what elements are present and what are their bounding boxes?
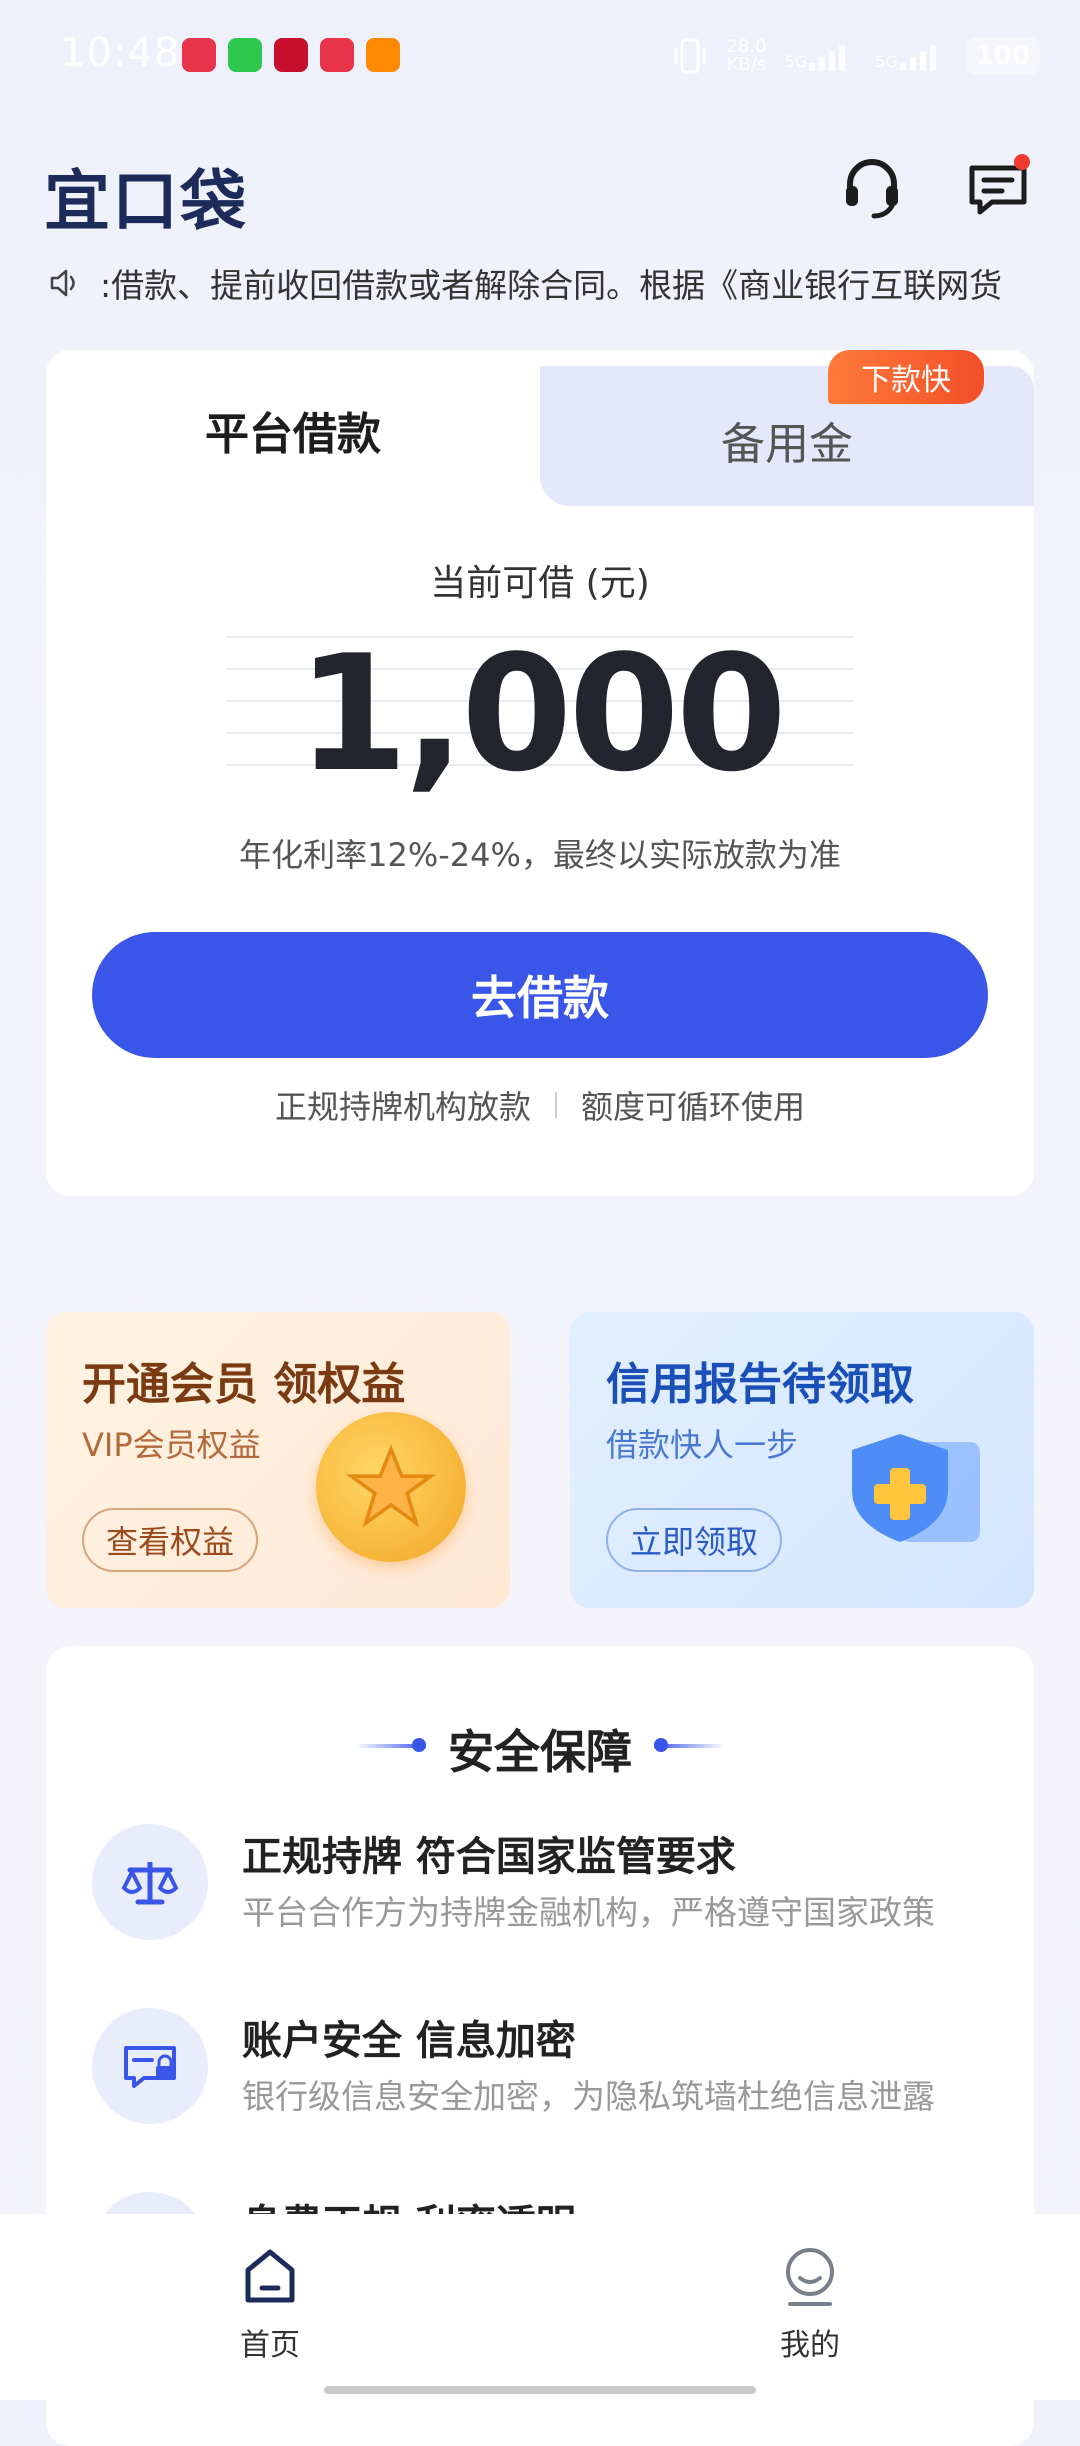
security-title: 安全保障 <box>448 1725 632 1779</box>
available-amount: 1,000 <box>296 620 787 807</box>
security-item-title: 正规持牌 符合国家监管要求 <box>242 1834 736 1880</box>
fast-badge: 下款快 <box>828 350 984 404</box>
credit-promo-title: 信用报告待领取 <box>606 1359 914 1410</box>
signal-2: 5G <box>875 41 948 71</box>
security-item-desc: 平台合作方为持牌金融机构，严格遵守国家政策 <box>242 1893 935 1932</box>
wechat-notification-icon <box>228 38 262 72</box>
status-time: 10:48 <box>60 30 181 76</box>
security-item: 账户安全 信息加密 银行级信息安全加密，为隐私筑墙杜绝信息泄露 <box>92 2008 992 2128</box>
tab-platform-loan[interactable]: 平台借款 <box>46 398 540 462</box>
gesture-bar <box>324 2386 756 2394</box>
star-coin-icon <box>316 1412 466 1562</box>
nav-profile-label: 我的 <box>780 2328 840 2363</box>
app-notification-icon <box>182 38 216 72</box>
feature-separator <box>555 1092 557 1118</box>
news-notification-icon <box>320 38 354 72</box>
view-benefits-button[interactable]: 查看权益 <box>82 1508 259 1572</box>
network-speed: 28.0 KB/s <box>726 36 767 75</box>
loan-features: 正规持牌机构放款 额度可循环使用 <box>46 1082 1034 1128</box>
tab-reserve-fund-label: 备用金 <box>721 419 853 470</box>
available-label: 当前可借 (元) <box>430 563 650 604</box>
battery-indicator: 100 <box>965 37 1040 75</box>
nav-profile[interactable]: 我的 <box>710 2244 910 2364</box>
credit-promo-subtitle: 借款快人一步 <box>606 1426 799 1464</box>
security-item-title: 账户安全 信息加密 <box>242 2018 576 2064</box>
notice-text: :借款、提前收回借款或者解除合同。根据《商业银行互联网货 <box>100 266 1003 305</box>
speaker-icon <box>50 269 75 297</box>
home-icon <box>245 2249 295 2303</box>
status-indicators: 28.0 KB/s 5G 5G 100 <box>672 36 1040 76</box>
shield-icon <box>852 1434 980 1542</box>
unread-dot <box>1014 154 1030 170</box>
vip-promo-card[interactable]: 开通会员 领权益 VIP会员权益 查看权益 <box>46 1312 510 1608</box>
secure-card-icon <box>92 2008 208 2124</box>
bottom-nav <box>0 2214 1080 2400</box>
rate-text: 年化利率12%-24%，最终以实际放款为准 <box>239 836 841 874</box>
feature-licensed: 正规持牌机构放款 <box>274 1088 531 1126</box>
status-bar: 10:48 28.0 KB/s 5G 5G 100 <box>0 0 1080 115</box>
security-item: 正规持牌 符合国家监管要求 平台合作方为持牌金融机构，严格遵守国家政策 <box>92 1824 992 1944</box>
app-logo: 宜口袋 <box>44 163 248 240</box>
message-icon[interactable] <box>962 150 1034 222</box>
signal-1: 5G <box>785 41 858 71</box>
nav-home[interactable]: 首页 <box>170 2244 370 2364</box>
credit-report-promo-card[interactable]: 信用报告待领取 借款快人一步 立即领取 <box>570 1312 1034 1608</box>
bank-notification-icon <box>274 38 308 72</box>
vibrate-icon <box>674 38 706 74</box>
scale-icon <box>92 1824 208 1940</box>
feature-revolving: 额度可循环使用 <box>581 1088 806 1126</box>
borrow-button[interactable]: 去借款 <box>92 932 988 1058</box>
headset-icon[interactable] <box>836 150 908 222</box>
profile-icon <box>786 2248 834 2306</box>
nav-home-label: 首页 <box>240 2328 300 2363</box>
vip-promo-subtitle: VIP会员权益 <box>82 1426 261 1464</box>
security-item-desc: 银行级信息安全加密，为隐私筑墙杜绝信息泄露 <box>242 2077 935 2116</box>
claim-now-button[interactable]: 立即领取 <box>606 1508 783 1572</box>
app-notification-icon-2 <box>366 38 400 72</box>
vip-promo-title: 开通会员 领权益 <box>82 1359 406 1410</box>
notice-ticker[interactable]: :借款、提前收回借款或者解除合同。根据《商业银行互联网货 <box>48 258 1038 308</box>
